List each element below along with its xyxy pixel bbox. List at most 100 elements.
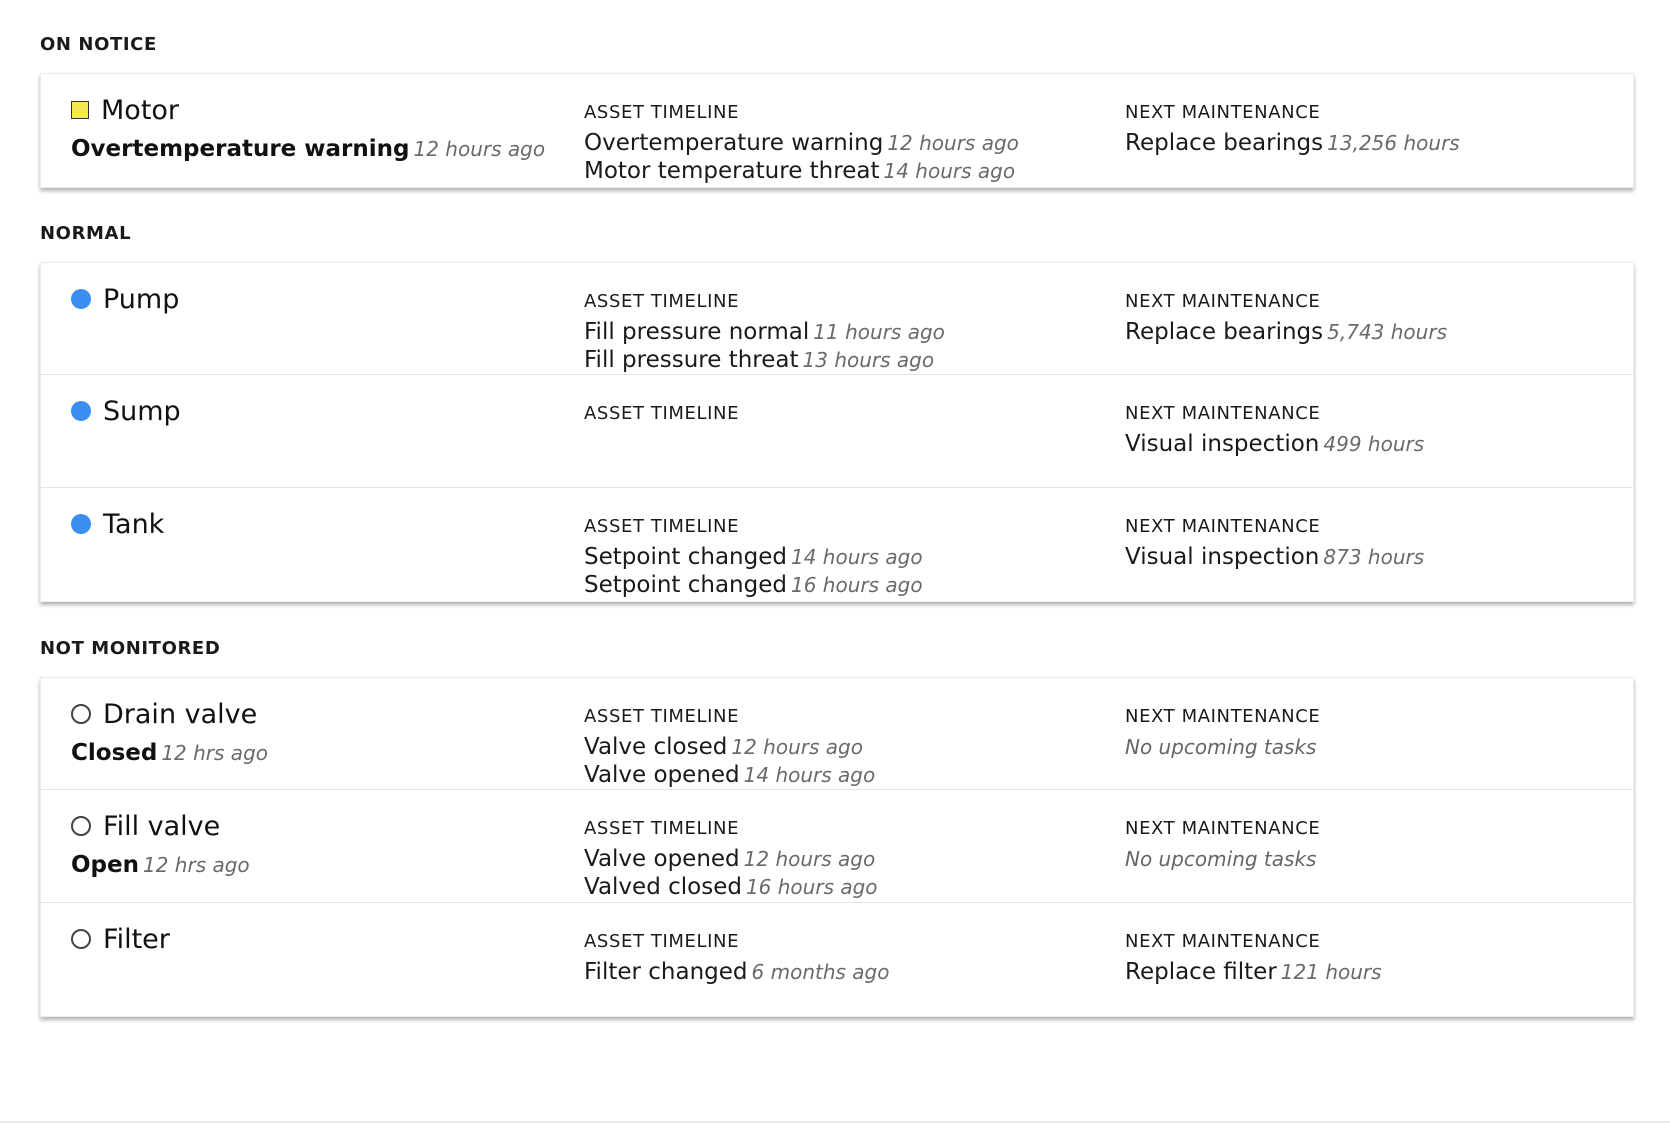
timeline-entry-time: 16 hours ago: [745, 875, 878, 899]
timeline-entry-time: 11 hours ago: [813, 320, 945, 344]
no-upcoming-tasks: No upcoming tasks: [1125, 735, 1317, 759]
timeline-entry-text: Fill pressure threat: [584, 347, 799, 373]
asset-status: Open 12 hrs ago: [71, 852, 250, 878]
next-maintenance-heading: NEXT MAINTENANCE: [1125, 102, 1321, 123]
asset-timeline-heading: ASSET TIMELINE: [584, 706, 740, 727]
timeline-entry-text: Valve closed: [584, 734, 728, 760]
asset-header: Fill valve: [71, 808, 250, 844]
next-maintenance: NEXT MAINTENANCE Replace bearings 13,256 h…: [1125, 102, 1460, 157]
maintenance-task-text: Visual inspection: [1125, 544, 1320, 570]
asset-timeline: ASSET TIMELINE Valve opened 12 hours ago Va…: [584, 818, 878, 901]
timeline-entry-text: Overtemperature warning: [584, 130, 884, 156]
asset-row-drain-valve[interactable]: Drain valve Closed 12 hrs ago ASSET TIMELIN…: [41, 678, 1633, 789]
next-maintenance-heading: NEXT MAINTENANCE: [1125, 706, 1321, 727]
maintenance-task-due: 873 hours: [1323, 545, 1425, 569]
next-maintenance-heading: NEXT MAINTENANCE: [1125, 403, 1321, 424]
timeline-entry-text: Setpoint changed: [584, 572, 787, 598]
asset-timeline-heading: ASSET TIMELINE: [584, 403, 740, 424]
next-maintenance: NEXT MAINTENANCE Replace bearings 5,743 ho…: [1125, 291, 1447, 346]
status-label: Closed: [71, 740, 158, 766]
unmonitored-ring-icon: [71, 929, 91, 949]
maintenance-task: Replace bearings 5,743 hours: [1125, 318, 1447, 346]
asset-row-sump[interactable]: Sump ASSET TIMELINE NEXT MAINTENANCE Visual…: [41, 374, 1633, 487]
asset-summary: Pump: [71, 281, 179, 317]
timeline-entry-time: 12 hours ago: [731, 735, 863, 759]
asset-name[interactable]: Pump: [103, 284, 179, 315]
timeline-entry-time: 14 hours ago: [743, 763, 876, 787]
next-maintenance: NEXT MAINTENANCE Visual inspection 873 hou…: [1125, 516, 1424, 571]
warning-square-icon: [71, 101, 89, 119]
asset-timeline-heading: ASSET TIMELINE: [584, 291, 740, 312]
next-maintenance-heading: NEXT MAINTENANCE: [1125, 291, 1321, 312]
asset-name[interactable]: Sump: [103, 396, 181, 427]
asset-summary: Filter: [71, 921, 170, 957]
asset-timeline: ASSET TIMELINE Setpoint changed 14 hours a…: [584, 516, 923, 599]
maintenance-task: Replace filter 121 hours: [1125, 958, 1382, 986]
timeline-entry-time: 14 hours ago: [790, 545, 923, 569]
normal-dot-icon: [71, 289, 91, 309]
asset-header: Drain valve: [71, 696, 268, 732]
asset-summary: Tank: [71, 506, 164, 542]
asset-status: Closed 12 hrs ago: [71, 740, 268, 766]
timeline-entry: Valve opened 12 hours ago: [584, 845, 878, 873]
asset-row-filter[interactable]: Filter ASSET TIMELINE Filter changed 6 mont…: [41, 902, 1633, 1016]
unmonitored-ring-icon: [71, 816, 91, 836]
asset-timeline-heading: ASSET TIMELINE: [584, 516, 740, 537]
status-time: 12 hrs ago: [143, 853, 250, 877]
maintenance-task-due: 499 hours: [1323, 432, 1425, 456]
timeline-entry: Valve opened 14 hours ago: [584, 761, 875, 789]
next-maintenance-heading: NEXT MAINTENANCE: [1125, 931, 1321, 952]
asset-summary: Motor Overtemperature warning 12 hours ago: [71, 92, 545, 162]
asset-row-fill-valve[interactable]: Fill valve Open 12 hrs ago ASSET TIMELINE Va…: [41, 789, 1633, 902]
timeline-entry-time: 14 hours ago: [883, 159, 1016, 183]
timeline-entry: Valve closed 12 hours ago: [584, 733, 875, 761]
timeline-entry-time: 6 months ago: [751, 960, 890, 984]
next-maintenance-heading: NEXT MAINTENANCE: [1125, 516, 1321, 537]
timeline-entry: Valved closed 16 hours ago: [584, 873, 878, 901]
normal-dot-icon: [71, 514, 91, 534]
asset-name[interactable]: Filter: [103, 924, 170, 955]
timeline-entry: Setpoint changed 14 hours ago: [584, 543, 923, 571]
asset-status: Overtemperature warning 12 hours ago: [71, 136, 545, 162]
asset-timeline-heading: ASSET TIMELINE: [584, 931, 740, 952]
asset-name[interactable]: Fill valve: [103, 811, 220, 842]
timeline-entry-time: 12 hours ago: [743, 847, 876, 871]
section-title: ON NOTICE: [40, 34, 157, 55]
normal-dot-icon: [71, 401, 91, 421]
timeline-entry-time: 12 hours ago: [887, 131, 1019, 155]
timeline-entry-text: Motor temperature threat: [584, 158, 880, 184]
next-maintenance-heading: NEXT MAINTENANCE: [1125, 818, 1321, 839]
timeline-entry-time: 13 hours ago: [802, 348, 935, 372]
asset-name[interactable]: Tank: [103, 509, 164, 540]
maintenance-task-text: Replace bearings: [1125, 130, 1324, 156]
asset-summary: Sump: [71, 393, 181, 429]
timeline-entry-text: Valve opened: [584, 846, 740, 872]
bottom-divider: [0, 1121, 1670, 1123]
maintenance-task-text: Replace bearings: [1125, 319, 1324, 345]
asset-timeline: ASSET TIMELINE Filter changed 6 months ago: [584, 931, 889, 986]
timeline-entry-text: Valved closed: [584, 874, 742, 900]
asset-timeline: ASSET TIMELINE Overtemperature warning 12 …: [584, 102, 1019, 185]
next-maintenance: NEXT MAINTENANCE No upcoming tasks: [1125, 818, 1320, 873]
asset-timeline-heading: ASSET TIMELINE: [584, 818, 740, 839]
asset-row-tank[interactable]: Tank ASSET TIMELINE Setpoint changed 14 hou…: [41, 487, 1633, 601]
timeline-entry: Setpoint changed 16 hours ago: [584, 571, 923, 599]
unmonitored-ring-icon: [71, 704, 91, 724]
maintenance-task: Visual inspection 499 hours: [1125, 430, 1424, 458]
timeline-entry: Fill pressure threat 13 hours ago: [584, 346, 945, 374]
asset-row-pump[interactable]: Pump ASSET TIMELINE Fill pressure normal 11…: [41, 263, 1633, 374]
section-card-normal: Pump ASSET TIMELINE Fill pressure normal 11…: [40, 262, 1634, 602]
status-time: 12 hrs ago: [161, 741, 268, 765]
section-card-not-monitored: Drain valve Closed 12 hrs ago ASSET TIMELIN…: [40, 677, 1634, 1017]
asset-name[interactable]: Drain valve: [103, 699, 257, 730]
timeline-entry-text: Filter changed: [584, 959, 748, 985]
asset-header: Filter: [71, 921, 170, 957]
asset-timeline: ASSET TIMELINE: [584, 403, 739, 430]
asset-timeline: ASSET TIMELINE Fill pressure normal 11 hou…: [584, 291, 945, 374]
asset-status-page: ON NOTICE Motor Overtemperature warning 12 …: [0, 0, 1670, 1124]
asset-name[interactable]: Motor: [101, 95, 179, 126]
asset-header: Sump: [71, 393, 181, 429]
status-label: Overtemperature warning: [71, 136, 410, 162]
asset-row-motor[interactable]: Motor Overtemperature warning 12 hours ago…: [41, 74, 1633, 187]
status-time: 12 hours ago: [413, 137, 546, 161]
